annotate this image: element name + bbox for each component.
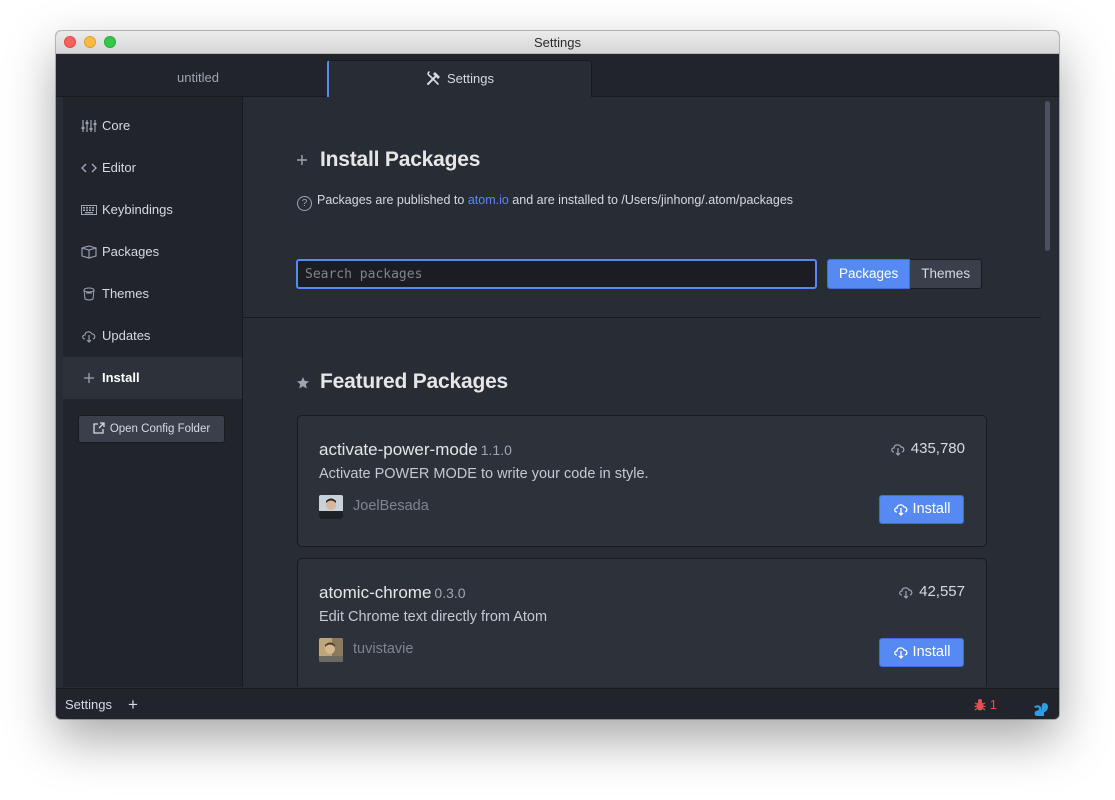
cloud-download-icon <box>893 647 907 659</box>
minimize-window-button[interactable] <box>84 36 96 48</box>
keyboard-icon <box>81 205 97 215</box>
sidebar-item-updates[interactable]: Updates <box>63 315 242 357</box>
search-type-toggle: Packages Themes <box>827 259 983 289</box>
sidebar-item-install[interactable]: Install <box>63 357 242 399</box>
tab-label: untitled <box>177 70 219 85</box>
bug-icon <box>974 699 986 711</box>
package-name-row: activate-power-mode 1.1.0 <box>319 440 512 460</box>
paintcan-icon <box>83 287 95 301</box>
cloud-download-icon <box>899 587 913 599</box>
close-window-button[interactable] <box>64 36 76 48</box>
add-tab-button[interactable]: + <box>128 689 138 719</box>
package-author[interactable]: tuvistavie <box>353 641 413 657</box>
sidebar-item-core[interactable]: Core <box>63 105 242 147</box>
sidebar-item-label: Core <box>102 118 131 133</box>
package-name[interactable]: atomic-chrome <box>319 583 431 602</box>
status-bar-title[interactable]: Settings <box>65 689 112 719</box>
packages-toggle-button[interactable]: Packages <box>827 259 911 289</box>
download-count-value: 435,780 <box>910 440 965 457</box>
open-config-folder-button[interactable]: Open Config Folder <box>78 415 225 443</box>
plus-icon <box>297 155 307 165</box>
download-count: 435,780 <box>890 440 965 457</box>
package-description: Activate POWER MODE to write your code i… <box>319 466 649 482</box>
download-count-value: 42,557 <box>919 583 965 600</box>
link-external-icon <box>93 422 105 434</box>
sidebar-item-label: Packages <box>102 244 160 259</box>
tab-label: Settings <box>447 71 494 86</box>
tab-settings[interactable]: Settings <box>327 60 592 97</box>
open-config-folder-label: Open Config Folder <box>109 423 211 435</box>
avatar[interactable] <box>319 638 343 662</box>
vertical-scrollbar[interactable] <box>1043 97 1053 687</box>
settings-sidebar: Core Editor Keybindings Packages Themes … <box>63 97 243 687</box>
cloud-download-icon <box>82 331 96 343</box>
sidebar-item-packages[interactable]: Packages <box>63 231 242 273</box>
package-description: Edit Chrome text directly from Atom <box>319 609 548 625</box>
bug-count: 1 <box>989 697 997 712</box>
atom-io-link[interactable]: atom.io <box>468 193 509 207</box>
star-icon <box>297 377 309 389</box>
package-card[interactable]: atomic-chrome 0.3.0 42,557 Edit Chrome te… <box>297 558 987 687</box>
code-icon <box>81 163 97 173</box>
download-count: 42,557 <box>898 583 965 600</box>
window-title: Settings <box>534 35 581 50</box>
package-version: 1.1.0 <box>480 442 512 458</box>
search-packages-input[interactable] <box>296 259 817 289</box>
package-card[interactable]: activate-power-mode 1.1.0 435,780 Activat… <box>297 415 987 547</box>
sidebar-item-editor[interactable]: Editor <box>63 147 242 189</box>
packages-info-line: ? Packages are published to atom.io and a… <box>297 193 793 211</box>
sidebar-item-label: Themes <box>102 286 149 301</box>
cloud-download-icon <box>890 444 905 456</box>
info-prefix: Packages are published to <box>317 193 465 207</box>
install-packages-title-text: Install Packages <box>320 148 481 171</box>
tools-icon <box>427 71 440 85</box>
settings-panel: Install Packages ? Packages are published… <box>243 97 1041 687</box>
squirrel-update-icon[interactable] <box>1033 697 1049 719</box>
package-author[interactable]: JoelBesada <box>353 498 429 514</box>
install-packages-title: Install Packages <box>297 148 481 172</box>
section-divider <box>243 317 1041 318</box>
install-button[interactable]: Install <box>879 638 964 667</box>
sidebar-item-label: Updates <box>102 328 151 343</box>
install-button-label: Install <box>912 501 951 517</box>
install-button-label: Install <box>912 644 951 660</box>
package-name[interactable]: activate-power-mode <box>319 440 478 459</box>
sliders-icon <box>81 120 97 132</box>
question-icon: ? <box>297 196 312 211</box>
featured-packages-title-text: Featured Packages <box>320 370 509 393</box>
title-bar: Settings <box>56 31 1059 54</box>
sidebar-item-label: Editor <box>102 160 136 175</box>
featured-packages-title: Featured Packages <box>297 370 509 394</box>
sidebar-item-themes[interactable]: Themes <box>63 273 242 315</box>
plus-icon <box>84 373 94 383</box>
status-bar: Settings + 1 <box>56 688 1059 719</box>
scrollbar-thumb[interactable] <box>1045 101 1050 251</box>
deprecation-bug-indicator[interactable]: 1 <box>974 689 997 719</box>
cloud-download-icon <box>893 504 907 516</box>
sidebar-item-label: Install <box>102 370 140 385</box>
package-version: 0.3.0 <box>434 585 466 601</box>
themes-toggle-button[interactable]: Themes <box>910 259 983 289</box>
tab-bar: untitled Settings <box>56 54 1059 97</box>
package-name-row: atomic-chrome 0.3.0 <box>319 583 466 603</box>
tab-untitled[interactable]: untitled <box>66 60 330 96</box>
avatar[interactable] <box>319 495 343 519</box>
info-suffix: and are installed to /Users/jinhong/.ato… <box>512 193 794 207</box>
package-icon <box>81 245 97 259</box>
install-button[interactable]: Install <box>879 495 964 524</box>
atom-window: Settings untitled Settings Core Editor K… <box>56 31 1059 719</box>
sidebar-item-label: Keybindings <box>102 202 173 217</box>
sidebar-item-keybindings[interactable]: Keybindings <box>63 189 242 231</box>
maximize-window-button[interactable] <box>104 36 116 48</box>
